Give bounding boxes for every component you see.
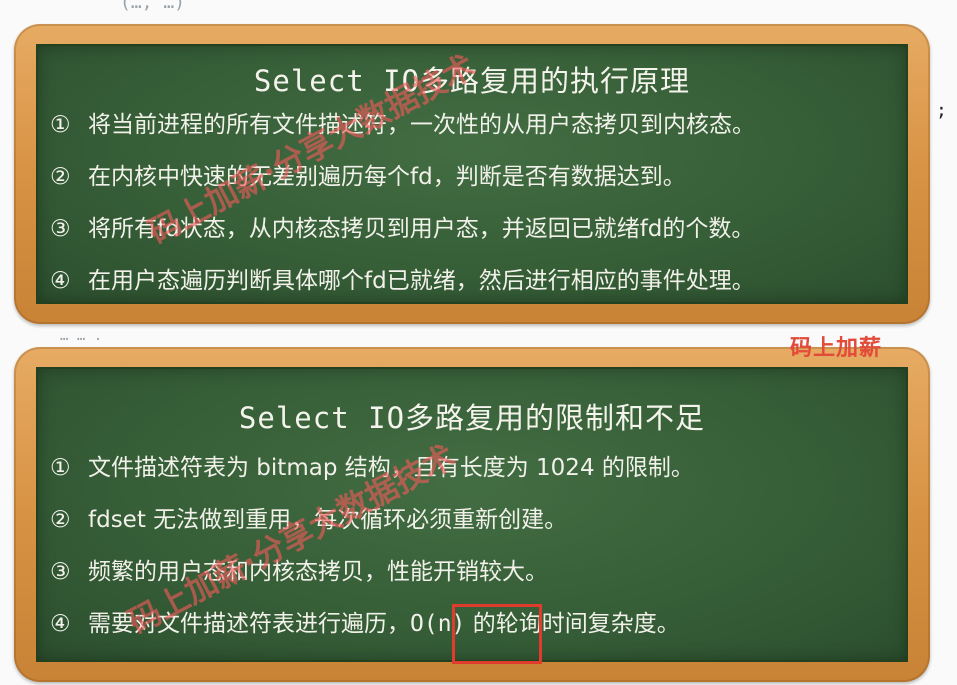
highlight-box [452, 604, 542, 664]
item-number: ③ [50, 559, 71, 585]
list-item: ③ 频繁的用户态和内核态拷贝，性能开销较大。 [50, 557, 898, 587]
background-code-side: ; [936, 100, 947, 121]
list-item: ③ 将所有fd状态，从内核态拷贝到用户态，并返回已就绪fd的个数。 [50, 214, 898, 244]
item-number: ④ [50, 611, 71, 637]
item-number: ① [50, 455, 71, 481]
chalkboard-surface: Select IO多路复用的执行原理 ① 将当前进程的所有文件描述符，一次性的从用… [36, 44, 908, 304]
list-item: ② fdset 无法做到重用，每次循环必须重新创建。 [50, 505, 898, 535]
item-text: 文件描述符表为 bitmap 结构，且有长度为 1024 的限制。 [88, 455, 694, 481]
list-item: ④ 在用户态遍历判断具体哪个fd已就绪，然后进行相应的事件处理。 [50, 266, 898, 296]
item-text: 将当前进程的所有文件描述符，一次性的从用户态拷贝到内核态。 [88, 112, 755, 138]
board-title: Select IO多路复用的执行原理 [253, 64, 691, 98]
item-text: 在内核中快速的无差别遍历每个fd，判断是否有数据达到。 [88, 164, 686, 190]
list-item: ① 文件描述符表为 bitmap 结构，且有长度为 1024 的限制。 [50, 453, 898, 483]
board-title: Select IO多路复用的限制和不足 [238, 401, 706, 435]
item-text: 频繁的用户态和内核态拷贝，性能开销较大。 [88, 559, 548, 585]
item-text: 在用户态遍历判断具体哪个fd已就绪，然后进行相应的事件处理。 [88, 268, 755, 294]
watermark-corner: 码上加薪 [790, 336, 883, 361]
item-number: ① [50, 112, 71, 138]
list-item: ② 在内核中快速的无差别遍历每个fd，判断是否有数据达到。 [50, 162, 898, 192]
item-text: 需要对文件描述符表进行遍历， [88, 611, 410, 637]
item-number: ④ [50, 268, 71, 294]
item-number: ③ [50, 216, 71, 242]
item-number: ② [50, 507, 71, 533]
chalkboard-execution-principle: Select IO多路复用的执行原理 ① 将当前进程的所有文件描述符，一次性的从用… [14, 24, 930, 324]
item-text: 将所有fd状态，从内核态拷贝到用户态，并返回已就绪fd的个数。 [88, 216, 755, 242]
list-item: ① 将当前进程的所有文件描述符，一次性的从用户态拷贝到内核态。 [50, 110, 898, 140]
background-code-mid: … … . [60, 328, 103, 344]
background-code-top: (…, …) [120, 0, 186, 13]
item-number: ② [50, 164, 71, 190]
item-text: fdset 无法做到重用，每次循环必须重新创建。 [88, 507, 568, 533]
